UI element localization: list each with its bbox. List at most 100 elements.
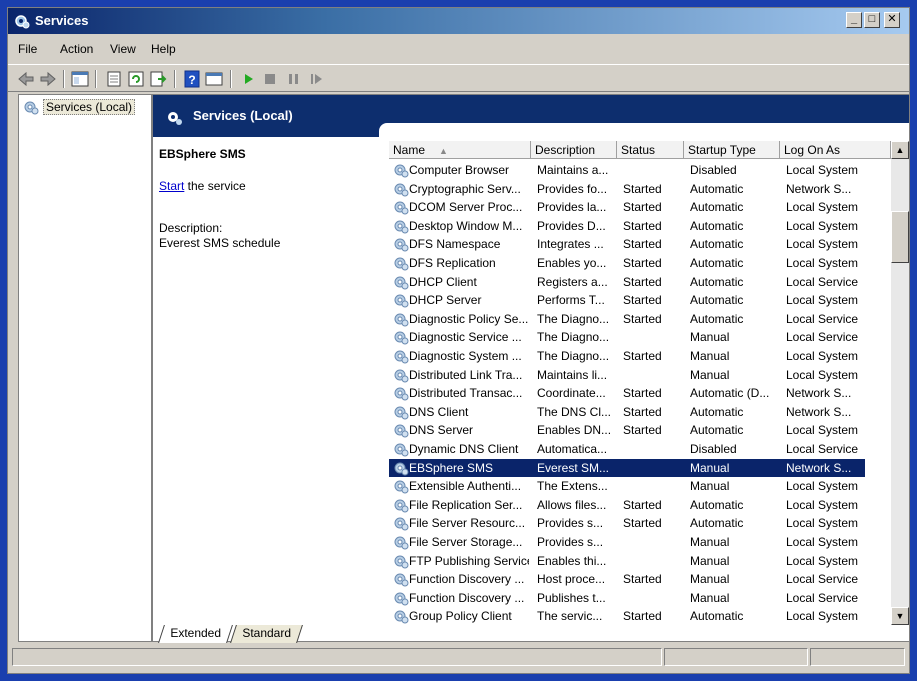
service-description: Provides fo... bbox=[537, 181, 608, 196]
selected-service-title: EBSphere SMS bbox=[159, 147, 246, 161]
table-row[interactable]: DNS Server Enables DN... Started Automatic L… bbox=[389, 421, 865, 440]
tab-extended[interactable]: Extended bbox=[158, 625, 233, 643]
service-log-on-as: Local System bbox=[786, 479, 859, 494]
service-name: Distributed Transac... bbox=[409, 386, 523, 401]
service-log-on-as: Local System bbox=[786, 497, 859, 512]
service-status: Started bbox=[623, 609, 662, 624]
service-description: The Diagno... bbox=[537, 349, 610, 363]
service-startup-type: Manual bbox=[690, 349, 730, 363]
service-description: Allows files... bbox=[537, 497, 607, 512]
title-bar[interactable]: Services _ □ ✕ bbox=[8, 8, 909, 34]
table-row[interactable]: Distributed Link Tra... Maintains li... Ma… bbox=[389, 366, 865, 385]
column-header-name[interactable]: Name ▲ bbox=[389, 141, 531, 159]
table-row[interactable]: DFS Namespace Integrates ... Started Automa… bbox=[389, 235, 865, 254]
status-cell bbox=[810, 648, 905, 666]
service-status: Started bbox=[623, 497, 662, 512]
table-row[interactable]: Desktop Window M... Provides D... Started A… bbox=[389, 217, 865, 236]
menu-view[interactable]: View bbox=[110, 42, 136, 56]
screen-frame: Services _ □ ✕ File Action View Help ? S… bbox=[0, 0, 917, 681]
forward-arrow-icon[interactable] bbox=[38, 69, 58, 89]
start-service-icon[interactable] bbox=[238, 69, 258, 89]
service-log-on-as: Local Service bbox=[786, 311, 859, 326]
table-row[interactable]: EBSphere SMS Everest SM... Manual Network S… bbox=[389, 458, 865, 478]
table-row[interactable]: FTP Publishing Service Enables thi... Manu… bbox=[389, 552, 865, 571]
service-status: Started bbox=[623, 237, 662, 252]
view-tabs: Extended Standard bbox=[153, 625, 909, 643]
vertical-scrollbar[interactable]: ▲ ▼ bbox=[891, 141, 909, 625]
column-header-log-on-as[interactable]: Log On As bbox=[780, 141, 891, 159]
table-row[interactable]: File Server Storage... Provides s... Manua… bbox=[389, 533, 865, 552]
back-arrow-icon[interactable] bbox=[16, 69, 36, 89]
tree-item-services-local[interactable]: Services (Local) bbox=[23, 98, 136, 116]
service-status: Started bbox=[623, 218, 662, 233]
scroll-thumb[interactable] bbox=[891, 211, 909, 263]
start-service-line: Start the service bbox=[159, 179, 246, 193]
properties-icon[interactable] bbox=[104, 69, 124, 89]
restart-service-icon[interactable] bbox=[306, 69, 326, 89]
service-description: Performs T... bbox=[537, 293, 605, 308]
table-row[interactable]: Extensible Authenti... The Extens... Manua… bbox=[389, 477, 865, 496]
column-header-status[interactable]: Status bbox=[617, 141, 684, 159]
service-gear-icon bbox=[394, 517, 409, 531]
table-row[interactable]: DHCP Client Registers a... Started Automati… bbox=[389, 273, 865, 292]
console-tree: Services (Local) bbox=[18, 94, 152, 642]
column-label: Log On As bbox=[784, 143, 841, 157]
menu-file[interactable]: File bbox=[18, 42, 37, 56]
service-gear-icon bbox=[394, 350, 409, 364]
table-row[interactable]: Dynamic DNS Client Automatica... Disabled L… bbox=[389, 440, 865, 459]
table-row[interactable]: Group Policy Client The servic... Started A… bbox=[389, 607, 865, 625]
table-row[interactable]: DHCP Server Performs T... Started Automatic… bbox=[389, 291, 865, 310]
menu-action[interactable]: Action bbox=[60, 42, 93, 56]
table-row[interactable]: File Replication Ser... Allows files... St… bbox=[389, 496, 865, 515]
export-list-icon[interactable] bbox=[148, 69, 168, 89]
service-gear-icon bbox=[394, 276, 409, 290]
pause-service-icon[interactable] bbox=[284, 69, 304, 89]
service-name: DHCP Server bbox=[409, 293, 482, 308]
table-row[interactable]: Function Discovery ... Host proce... Start… bbox=[389, 570, 865, 589]
maximize-button[interactable]: □ bbox=[864, 12, 880, 28]
service-name: Diagnostic Policy Se... bbox=[409, 311, 529, 326]
table-row[interactable]: Diagnostic Service ... The Diagno... Manua… bbox=[389, 328, 865, 347]
column-header-startup-type[interactable]: Startup Type bbox=[684, 141, 780, 159]
refresh-icon[interactable] bbox=[126, 69, 146, 89]
service-description: Everest SM... bbox=[537, 460, 610, 475]
table-row[interactable]: Diagnostic System ... The Diagno... Starte… bbox=[389, 347, 865, 366]
service-name: Function Discovery ... bbox=[409, 572, 525, 587]
console-view-icon[interactable] bbox=[204, 69, 224, 89]
service-name: Diagnostic Service ... bbox=[409, 330, 522, 345]
scroll-down-button[interactable]: ▼ bbox=[891, 607, 909, 625]
close-button[interactable]: ✕ bbox=[884, 12, 900, 28]
table-row[interactable]: File Server Resourc... Provides s... Start… bbox=[389, 514, 865, 533]
table-row[interactable]: Computer Browser Maintains a... Disabled Lo… bbox=[389, 161, 865, 180]
table-row[interactable]: DNS Client The DNS Cl... Started Automatic N… bbox=[389, 403, 865, 422]
table-row[interactable]: Distributed Transac... Coordinate... Start… bbox=[389, 384, 865, 403]
column-header-description[interactable]: Description bbox=[531, 141, 617, 159]
service-name: DFS Replication bbox=[409, 256, 496, 270]
stop-service-icon[interactable] bbox=[260, 69, 280, 89]
column-label: Startup Type bbox=[688, 143, 756, 157]
tab-label: Standard bbox=[242, 626, 292, 640]
table-row[interactable]: Diagnostic Policy Se... The Diagno... Star… bbox=[389, 310, 865, 329]
table-row[interactable]: DFS Replication Enables yo... Started Autom… bbox=[389, 254, 865, 273]
minimize-button[interactable]: _ bbox=[846, 12, 862, 28]
services-gear-icon bbox=[24, 101, 39, 115]
table-row[interactable]: Cryptographic Serv... Provides fo... Start… bbox=[389, 180, 865, 199]
column-label: Status bbox=[621, 143, 656, 157]
table-row[interactable]: DCOM Server Proc... Provides la... Started… bbox=[389, 198, 865, 217]
scroll-up-button[interactable]: ▲ bbox=[891, 141, 909, 159]
service-name: File Server Resourc... bbox=[409, 516, 526, 531]
show-hide-tree-icon[interactable] bbox=[70, 69, 90, 89]
service-log-on-as: Local Service bbox=[786, 274, 859, 289]
start-service-link[interactable]: Start bbox=[159, 179, 184, 193]
service-gear-icon bbox=[394, 331, 409, 345]
service-name: FTP Publishing Service bbox=[409, 553, 529, 568]
service-startup-type: Automatic bbox=[690, 274, 744, 289]
service-name: DNS Server bbox=[409, 423, 474, 438]
menu-help[interactable]: Help bbox=[151, 42, 176, 56]
tab-standard[interactable]: Standard bbox=[230, 625, 303, 643]
toolbar-separator bbox=[95, 70, 97, 88]
toolbar-separator bbox=[174, 70, 176, 88]
service-startup-type: Automatic bbox=[690, 497, 744, 512]
table-row[interactable]: Function Discovery ... Publishes t... Manu… bbox=[389, 589, 865, 608]
help-icon[interactable]: ? bbox=[182, 69, 202, 89]
